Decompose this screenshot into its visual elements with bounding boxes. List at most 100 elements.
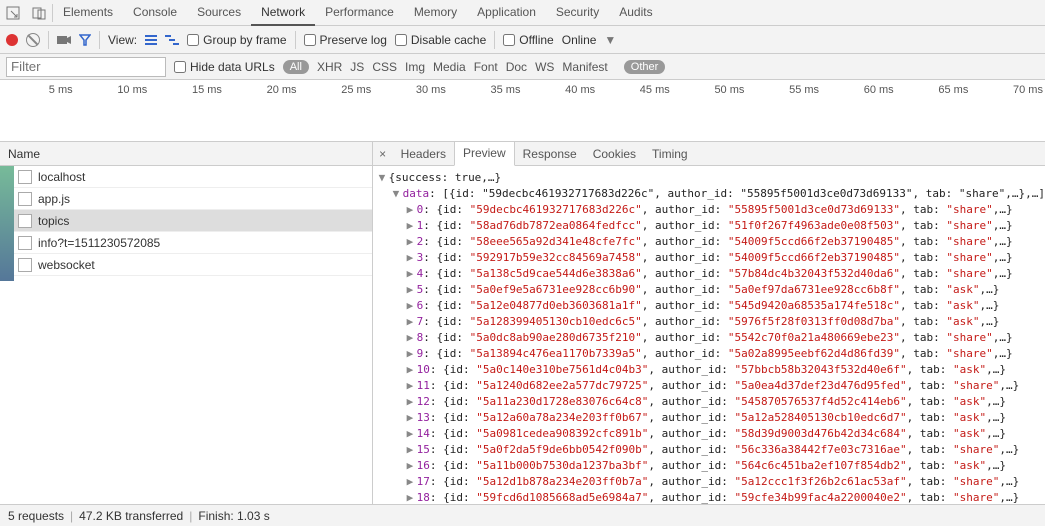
json-node[interactable]: ▶12: {id: "5a11a230d1728e83076c64c8", au… [379,394,1045,410]
close-icon[interactable]: × [373,147,393,161]
request-name: app.js [38,192,70,206]
request-name: localhost [38,170,85,184]
timeline-tick: 70 ms [970,84,1045,96]
request-name: topics [38,214,69,228]
file-icon [18,214,32,228]
timeline-tick: 10 ms [75,84,150,96]
json-node[interactable]: ▶5: {id: "5a0ef9e5a6731ee928cc6b90", aut… [379,282,1045,298]
tab-security[interactable]: Security [546,0,609,26]
filter-doc[interactable]: Doc [506,60,527,74]
record-button[interactable] [6,34,18,46]
timeline-tick: 30 ms [373,84,448,96]
timeline-tick: 25 ms [299,84,374,96]
request-row[interactable]: websocket [0,254,372,276]
request-row[interactable]: topics [0,210,372,232]
json-node[interactable]: ▶17: {id: "5a12d1b878a234e203ff0b7a", au… [379,474,1045,490]
filter-font[interactable]: Font [474,60,498,74]
json-node[interactable]: ▶16: {id: "5a11b000b7530da1237ba3bf", au… [379,458,1045,474]
filter-manifest[interactable]: Manifest [562,60,607,74]
preserve-log-checkbox[interactable]: Preserve log [304,33,387,47]
json-node[interactable]: ▶2: {id: "58eee565a92d341e48cfe7fc", aut… [379,234,1045,250]
filter-xhr[interactable]: XHR [317,60,342,74]
json-node[interactable]: ▶1: {id: "58ad76db7872ea0864fedfcc", aut… [379,218,1045,234]
request-name: info?t=1511230572085 [38,236,160,250]
request-row[interactable]: app.js [0,188,372,210]
timeline-tick: 45 ms [597,84,672,96]
request-row[interactable]: info?t=1511230572085 [0,232,372,254]
timeline-tick: 65 ms [896,84,971,96]
disable-cache-checkbox[interactable]: Disable cache [395,33,486,47]
tab-memory[interactable]: Memory [404,0,467,26]
tab-console[interactable]: Console [123,0,187,26]
name-column-header[interactable]: Name [0,142,372,166]
tab-audits[interactable]: Audits [609,0,662,26]
status-requests: 5 requests [8,509,64,523]
timeline-tick: 40 ms [522,84,597,96]
file-icon [18,236,32,250]
filter-input[interactable] [6,57,166,77]
filter-other[interactable]: Other [624,60,666,74]
chevron-down-icon[interactable]: ▼ [604,33,616,47]
inspect-icon[interactable] [0,0,26,26]
json-node[interactable]: ▶6: {id: "5a12e04877d0eb3603681a1f", aut… [379,298,1045,314]
json-node[interactable]: ▼data: [{id: "59decbc461932717683d226c",… [379,186,1045,202]
filter-icon[interactable] [79,34,91,46]
filter-ws[interactable]: WS [535,60,554,74]
device-icon[interactable] [26,0,52,26]
file-icon [18,258,32,272]
filter-all[interactable]: All [283,60,309,74]
file-icon [18,170,32,184]
json-node[interactable]: ▶0: {id: "59decbc461932717683d226c", aut… [379,202,1045,218]
tab-elements[interactable]: Elements [53,0,123,26]
timeline-tick: 60 ms [821,84,896,96]
request-name: websocket [38,258,95,272]
json-node[interactable]: ▶9: {id: "5a13894c476ea1170b7339a5", aut… [379,346,1045,362]
json-node[interactable]: ▶18: {id: "59fcd6d1085668ad5e6984a7", au… [379,490,1045,504]
tab-network[interactable]: Network [251,0,315,26]
json-node[interactable]: ▶13: {id: "5a12a60a78a234e203ff0b67", au… [379,410,1045,426]
hide-data-urls-checkbox[interactable]: Hide data URLs [174,60,275,74]
timeline-overview[interactable]: 5 ms10 ms15 ms20 ms25 ms30 ms35 ms40 ms4… [0,80,1045,142]
json-node[interactable]: ▶14: {id: "5a0981cedea908392cfc891b", au… [379,426,1045,442]
devtools-tabs: ElementsConsoleSourcesNetworkPerformance… [53,0,663,26]
request-row[interactable]: localhost [0,166,372,188]
tab-performance[interactable]: Performance [315,0,404,26]
filter-js[interactable]: JS [350,60,364,74]
detail-tab-response[interactable]: Response [515,142,585,166]
timeline-tick: 50 ms [672,84,747,96]
json-node[interactable]: ▼{success: true,…} [379,170,1045,186]
json-node[interactable]: ▶11: {id: "5a1240d682ee2a577dc79725", au… [379,378,1045,394]
camera-icon[interactable] [57,35,71,45]
tab-sources[interactable]: Sources [187,0,251,26]
detail-tab-preview[interactable]: Preview [454,142,515,166]
filter-css[interactable]: CSS [372,60,397,74]
status-transferred: 47.2 KB transferred [79,509,183,523]
file-icon [18,192,32,206]
timeline-tick: 5 ms [0,84,75,96]
group-by-frame-checkbox[interactable]: Group by frame [187,33,286,47]
view-list-icon[interactable] [145,35,157,45]
view-waterfall-icon[interactable] [165,35,179,45]
json-node[interactable]: ▶15: {id: "5a0f2da5f9de6bb0542f090b", au… [379,442,1045,458]
offline-checkbox[interactable]: Offline [503,33,553,47]
json-node[interactable]: ▶10: {id: "5a0c140e310be7561d4c04b3", au… [379,362,1045,378]
timeline-tick: 55 ms [746,84,821,96]
tab-application[interactable]: Application [467,0,546,26]
json-node[interactable]: ▶4: {id: "5a138c5d9cae544d6e3838a6", aut… [379,266,1045,282]
filter-media[interactable]: Media [433,60,466,74]
view-label: View: [108,33,137,47]
clear-button[interactable] [26,33,40,47]
json-node[interactable]: ▶8: {id: "5a0dc8ab90ae280d6735f210", aut… [379,330,1045,346]
detail-tab-cookies[interactable]: Cookies [585,142,644,166]
timeline-tick: 15 ms [149,84,224,96]
timeline-tick: 35 ms [448,84,523,96]
detail-tab-headers[interactable]: Headers [393,142,454,166]
filter-img[interactable]: Img [405,60,425,74]
status-bar: 5 requests | 47.2 KB transferred | Finis… [0,504,1045,526]
json-node[interactable]: ▶3: {id: "592917b59e32cc84569a7458", aut… [379,250,1045,266]
json-node[interactable]: ▶7: {id: "5a128399405130cb10edc6c5", aut… [379,314,1045,330]
timeline-tick: 20 ms [224,84,299,96]
detail-tab-timing[interactable]: Timing [644,142,696,166]
connection-select[interactable]: Online [562,33,597,47]
overview-slider[interactable] [0,166,14,281]
